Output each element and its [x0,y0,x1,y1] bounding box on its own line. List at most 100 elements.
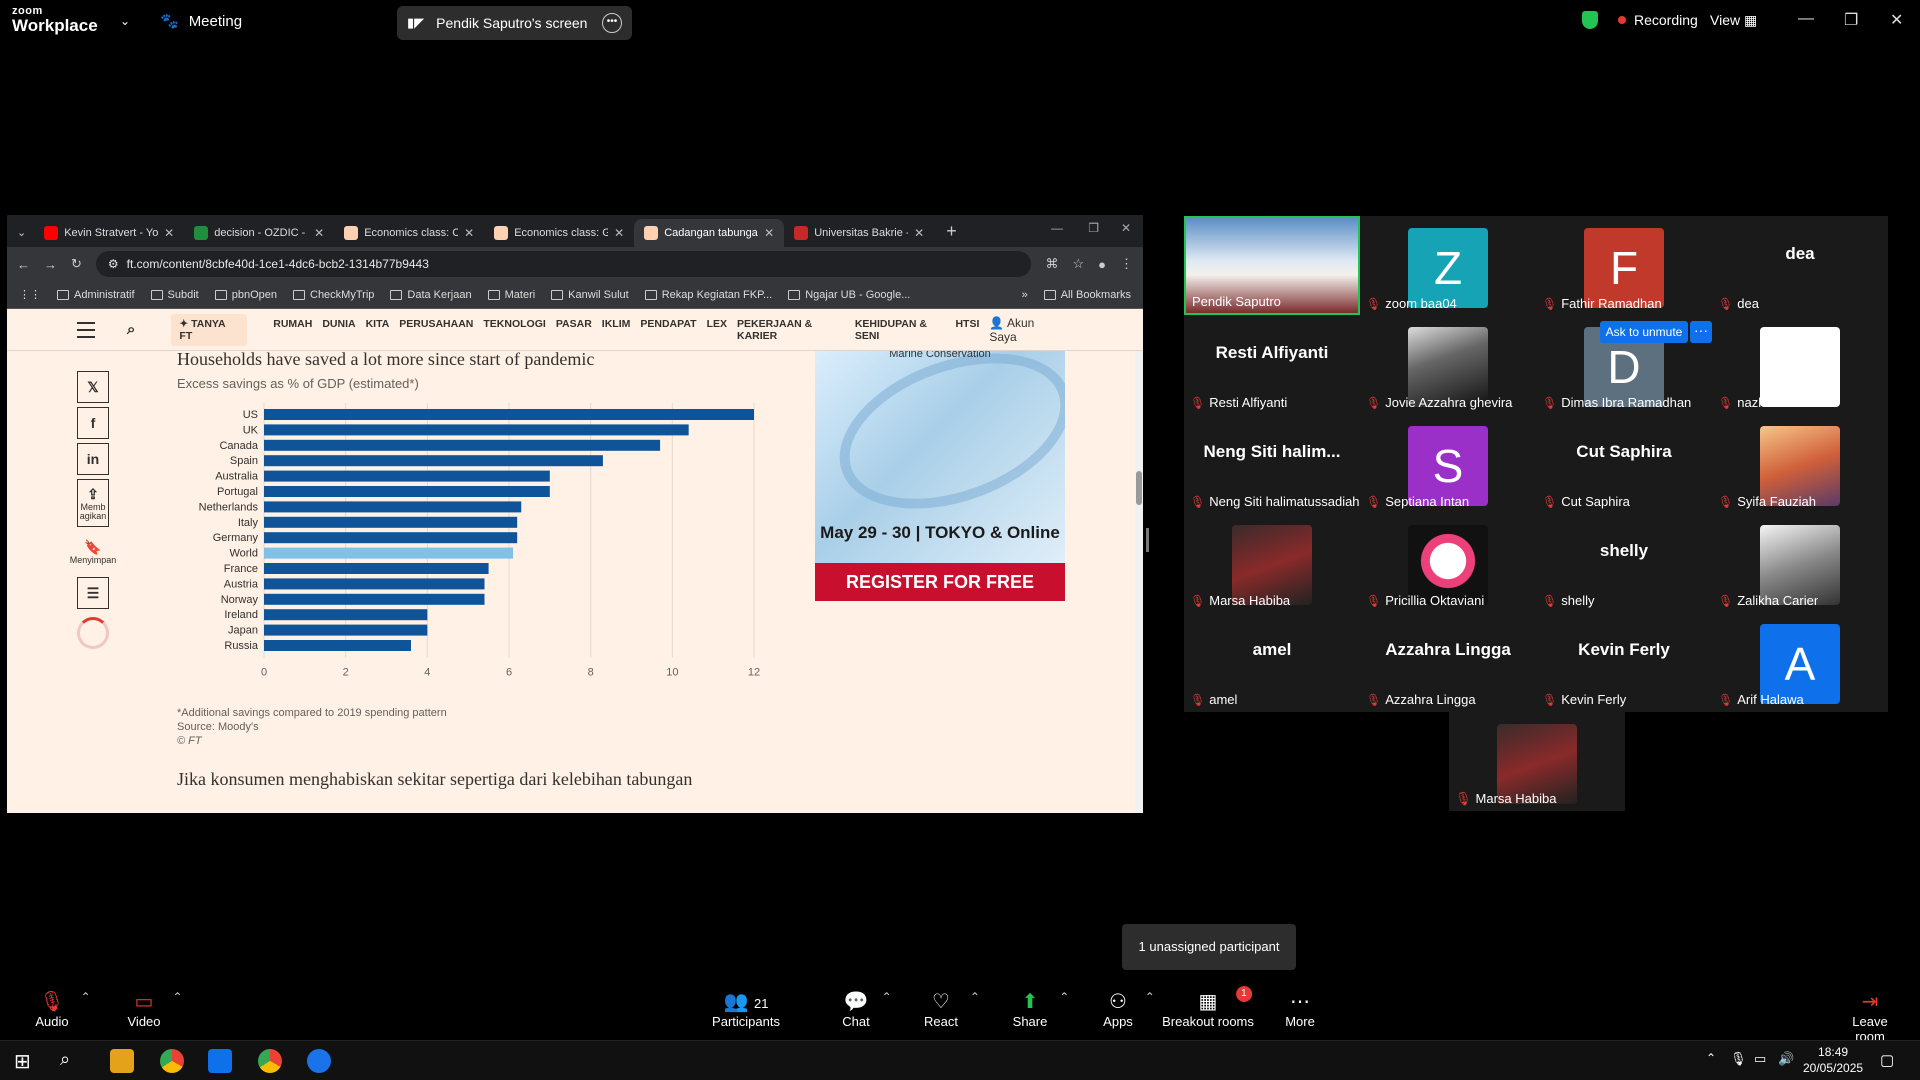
close-tab-icon[interactable]: ✕ [764,226,774,240]
ft-nav-link[interactable]: PENDAPAT [640,318,696,342]
leave-room-button[interactable]: ⇥ Leave room [1845,990,1895,1044]
bookmark-item[interactable]: Kanwil Sulut [551,289,629,301]
bookmark-item[interactable]: Subdit [150,289,199,301]
ft-nav-link[interactable]: KITA [366,318,390,342]
participant-tile[interactable]: Cut Saphira 🎙 Cut Saphira [1536,414,1712,513]
more-options-icon[interactable]: ••• [602,13,622,33]
bookmark-item[interactable]: CheckMyTrip [293,289,374,301]
breakout-rooms-button[interactable]: ▦ 1 Breakout rooms [1162,986,1254,1029]
participant-tile[interactable]: 🎙 Marsa Habiba [1184,513,1360,612]
network-icon[interactable]: ▭ [1754,1051,1766,1067]
minimize-icon[interactable]: — [1798,10,1814,28]
react-button[interactable]: ♡ React ⌃ [924,990,980,1029]
settings-sliders-icon[interactable]: ☰ [77,577,109,609]
participant-tile[interactable]: Azzahra Lingga 🎙 Azzahra Lingga [1360,612,1536,711]
zoom-app-icon[interactable] [208,1049,232,1073]
close-tab-icon[interactable]: ✕ [314,226,324,240]
more-button[interactable]: ⋯ More [1285,990,1315,1029]
screen-share-indicator[interactable]: ▮◤ Pendik Saputro's screen ••• [397,6,632,40]
participant-tile-extra[interactable]: 🎙 Marsa Habiba [1449,712,1625,811]
apps-grid-icon[interactable]: ⋮⋮ [19,288,41,301]
facebook-share-icon[interactable]: f [77,407,109,439]
account-link[interactable]: 👤 Akun Saya [989,316,1063,344]
caret-up-icon[interactable]: ⌃ [882,990,892,1004]
tray-up-icon[interactable]: ⌃ [1706,1051,1716,1065]
participant-tile[interactable]: 🎙 Zalikha Carier [1712,513,1888,612]
ft-nav-link[interactable]: DUNIA [322,318,355,342]
ft-nav-link[interactable]: PASAR [556,318,592,342]
browser-tab[interactable]: Kevin Stratvert - YouT ✕ [34,219,184,247]
microphone-tray-icon[interactable]: 🎙 [1730,1051,1747,1067]
register-button[interactable]: REGISTER FOR FREE [815,563,1065,601]
close-tab-icon[interactable]: ✕ [164,226,174,240]
hamburger-menu-icon[interactable] [77,322,95,343]
browser-tab[interactable]: Economics class: Chin ✕ [334,219,484,247]
url-field[interactable]: ⚙ ft.com/content/8cbfe40d-1ce1-4dc6-bcb2… [95,251,1032,277]
ft-nav-link[interactable]: KEHIDUPAN & SENI [855,318,946,342]
participant-tile[interactable]: Kevin Ferly 🎙 Kevin Ferly [1536,612,1712,711]
bookmark-item[interactable]: Materi [487,289,535,301]
participant-tile[interactable]: Resti Alfiyanti 🎙 Resti Alfiyanti [1184,315,1360,414]
profile-icon[interactable]: ● [1098,257,1106,272]
bookmark-item[interactable]: pbnOpen [214,289,277,301]
meeting-button[interactable]: 🐾 Meeting [160,12,242,31]
chat-button[interactable]: 💬 Chat ⌃ [842,990,891,1029]
participant-tile[interactable]: A 🎙 Arif Halawa [1712,612,1888,711]
participants-button[interactable]: 👥 21 Participants [712,990,780,1029]
ft-nav-link[interactable]: PERUSAHAAN [399,318,473,342]
page-scrollbar[interactable] [1135,351,1143,813]
participant-tile[interactable]: dea 🎙 dea [1712,216,1888,315]
bookmark-item[interactable]: Ngajar UB - Google... [788,289,910,301]
file-explorer-icon[interactable] [110,1049,134,1073]
advertisement[interactable]: Marine Conservation May 29 - 30 | TOKYO … [815,351,1065,601]
back-icon[interactable]: ← [17,257,30,272]
reload-icon[interactable]: ↻ [71,256,82,272]
participant-tile[interactable]: Z 🎙 zoom baa04 [1360,216,1536,315]
star-icon[interactable]: ☆ [1072,256,1084,272]
chevron-down-icon[interactable]: ⌄ [120,14,130,28]
tanya-ft-button[interactable]: ✦ TANYA FT [171,313,248,346]
caret-up-icon[interactable]: ⌃ [81,990,91,1004]
participant-tile[interactable]: Pendik Saputro [1184,216,1360,315]
kebab-menu-icon[interactable]: ⋮ [1120,256,1133,272]
participant-tile[interactable]: shelly 🎙 shelly [1536,513,1712,612]
app-icon[interactable] [307,1049,331,1073]
caret-up-icon[interactable]: ⌃ [172,990,182,1004]
all-bookmarks[interactable]: All Bookmarks [1043,289,1131,301]
browser-close-icon[interactable]: ✕ [1121,221,1131,235]
browser-restore-icon[interactable]: ❐ [1088,221,1099,235]
audio-button[interactable]: 🎙 Audio ⌃ [35,990,90,1029]
translate-icon[interactable]: ⌘ [1045,256,1058,272]
participant-tile[interactable]: amel 🎙 amel [1184,612,1360,711]
browser-tab[interactable]: Cadangan tabungan ✕ [634,219,785,247]
search-icon[interactable]: ⌕ [60,1049,70,1070]
participant-tile[interactable]: 🎙 Syifa Fauziah [1712,414,1888,513]
ask-to-unmute-button[interactable]: Ask to unmute [1600,321,1688,343]
participant-tile[interactable]: 🎙 Pricillia Oktaviani [1360,513,1536,612]
participant-tile[interactable]: F 🎙 Fathir Ramadhan [1536,216,1712,315]
linkedin-share-icon[interactable]: in [77,443,109,475]
restore-icon[interactable]: ❐ [1844,10,1858,30]
participant-tile[interactable]: S 🎙 Septiana Intan [1360,414,1536,513]
apps-button[interactable]: ⚇ Apps ⌃ [1103,990,1155,1029]
ft-nav-link[interactable]: PEKERJAAN & KARIER [737,318,845,342]
close-tab-icon[interactable]: ✕ [614,226,624,240]
ft-nav-link[interactable]: RUMAH [273,318,312,342]
view-button[interactable]: View ▦ [1710,12,1757,29]
participant-tile[interactable]: 🎙 nazhira faiza [1712,315,1888,414]
bookmark-item[interactable]: Administratif [57,289,135,301]
more-bookmarks-icon[interactable]: » [1022,289,1028,301]
share-button[interactable]: ⬆ Share ⌃ [1013,990,1070,1029]
chrome-profile-icon[interactable] [258,1049,282,1073]
browser-minimize-icon[interactable]: — [1051,221,1063,235]
browser-tab[interactable]: Economics class: Glo ✕ [484,219,634,247]
ft-nav-link[interactable]: HTSI [955,318,979,342]
x-share-icon[interactable]: 𝕏 [77,371,109,403]
new-tab-icon[interactable]: + [946,221,957,242]
forward-icon[interactable]: → [44,257,57,272]
participant-tile[interactable]: Neng Siti halim... 🎙 Neng Siti halimatussa… [1184,414,1360,513]
close-tab-icon[interactable]: ✕ [464,226,474,240]
close-icon[interactable]: ✕ [1890,10,1903,30]
panel-resize-handle[interactable] [1146,528,1149,552]
chrome-icon[interactable] [160,1049,184,1073]
